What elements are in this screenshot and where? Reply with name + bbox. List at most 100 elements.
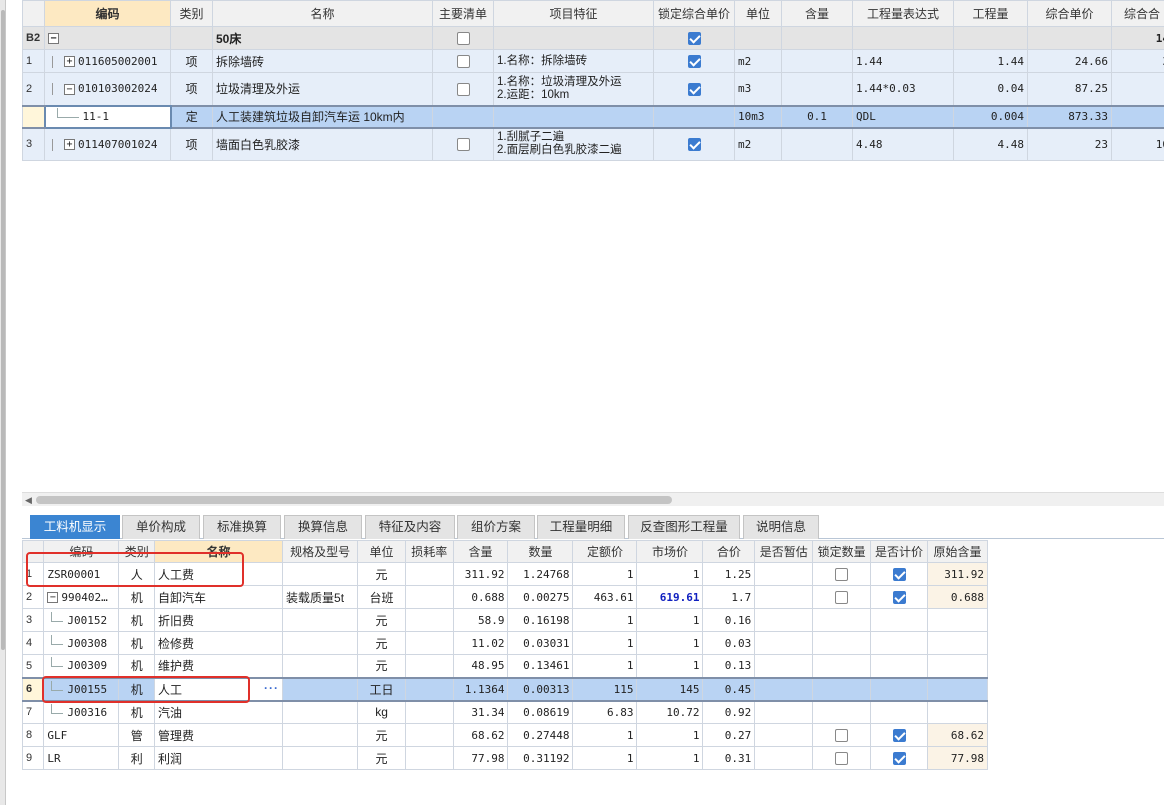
- code-cell[interactable]: +011407001024: [44, 127, 171, 161]
- is-priced-checkbox[interactable]: [892, 591, 906, 605]
- table-row[interactable]: 9 LR 利 利润 元 77.98 0.31192 1 1 0.31 77.98: [21, 746, 989, 770]
- col-header-unit[interactable]: 单位: [734, 0, 782, 27]
- col-header-quantity[interactable]: 数量: [507, 540, 574, 563]
- table-row[interactable]: 4 J00308 机 检修费 元 11.02 0.03031 1 1 0.03: [21, 631, 989, 655]
- qty-cell[interactable]: 0.004: [953, 104, 1028, 129]
- col-header-spec[interactable]: 规格及型号: [282, 540, 359, 563]
- type-cell[interactable]: 项: [170, 127, 213, 161]
- lock-price-checkbox[interactable]: [687, 138, 701, 152]
- col-header-qty-expr[interactable]: 工程量表达式: [852, 0, 954, 27]
- code-cell-editing[interactable]: 11-1: [43, 104, 172, 129]
- col-header-original-content[interactable]: 原始含量: [926, 540, 989, 563]
- name-cell[interactable]: 利润: [154, 746, 284, 770]
- name-cell[interactable]: 自卸汽车: [154, 585, 284, 609]
- group-code-cell[interactable]: −: [44, 26, 171, 50]
- content-cell[interactable]: 0.1: [781, 104, 853, 129]
- col-header-market-price[interactable]: 市场价: [636, 540, 704, 563]
- col-header-code[interactable]: 编码: [44, 0, 171, 27]
- col-header-content[interactable]: 含量: [781, 0, 853, 27]
- type-cell[interactable]: 定: [170, 104, 213, 129]
- name-cell[interactable]: 维护费: [154, 654, 284, 678]
- tab-standard-conversion[interactable]: 标准换算: [203, 515, 281, 539]
- type-cell[interactable]: 项: [170, 49, 213, 73]
- col-header-loss-rate[interactable]: 损耗率: [404, 540, 454, 563]
- col-header-unit-price[interactable]: 综合单价: [1027, 0, 1112, 27]
- table-row[interactable]: 1 ZSR00001 人 人工费 元 311.92 1.24768 1 1 1.…: [21, 562, 989, 586]
- code-cell[interactable]: GLF: [43, 723, 120, 747]
- type-cell[interactable]: 人: [118, 562, 156, 586]
- code-cell[interactable]: ZSR00001: [43, 562, 120, 586]
- col-header-qty[interactable]: 工程量: [953, 0, 1028, 27]
- tab-conversion-info[interactable]: 换算信息: [284, 515, 362, 539]
- code-cell[interactable]: +011605002001: [44, 49, 171, 73]
- table-row[interactable]: 3 J00152 机 折旧费 元 58.9 0.16198 1 1 0.16: [21, 608, 989, 632]
- collapse-icon[interactable]: −: [64, 83, 75, 95]
- group-name[interactable]: 50床: [212, 26, 433, 50]
- group-row[interactable]: B2 − 50床 14: [22, 26, 1164, 50]
- expand-icon[interactable]: +: [64, 139, 75, 151]
- lock-qty-checkbox[interactable]: [835, 752, 849, 766]
- collapse-icon[interactable]: −: [47, 592, 59, 603]
- col-header-main-list[interactable]: 主要清单: [432, 0, 494, 27]
- name-cell[interactable]: 墙面白色乳胶漆: [212, 127, 433, 161]
- name-cell[interactable]: 拆除墙砖: [212, 49, 433, 73]
- collapse-icon[interactable]: −: [48, 33, 59, 45]
- lock-qty-checkbox[interactable]: [835, 591, 849, 605]
- col-header-total[interactable]: 综合合: [1111, 0, 1164, 27]
- features-cell[interactable]: 1.名称：垃圾清理及外运 2.运距：10km: [493, 72, 654, 106]
- features-cell[interactable]: 1.刮腻子二遍 2.面层刷白色乳胶漆二遍: [493, 127, 654, 161]
- main-list-checkbox[interactable]: [456, 55, 470, 69]
- code-cell[interactable]: −990402…: [43, 585, 120, 609]
- col-header-lock-price[interactable]: 锁定综合单价: [653, 0, 735, 27]
- qty-expr-cell[interactable]: 1.44*0.03: [852, 72, 954, 106]
- table-row-selected[interactable]: 11-1 定 人工装建筑垃圾自卸汽车运 10km内 10m3 0.1 QDL 0…: [22, 104, 1164, 129]
- lock-price-checkbox[interactable]: [687, 82, 701, 96]
- table-row[interactable]: 7 J00316 机 汽油 kg 31.34 0.08619 6.83 10.7…: [21, 700, 989, 724]
- left-scrollbar-thumb[interactable]: [1, 10, 5, 650]
- code-cell[interactable]: J00316: [43, 700, 120, 724]
- col-header-is-priced[interactable]: 是否计价: [870, 540, 928, 563]
- is-priced-checkbox[interactable]: [892, 729, 906, 743]
- market-price-modified[interactable]: 619.61: [636, 585, 704, 609]
- type-cell[interactable]: 项: [170, 72, 213, 106]
- left-scrollbar[interactable]: [0, 0, 6, 805]
- tab-description[interactable]: 说明信息: [743, 515, 819, 539]
- name-cell[interactable]: 汽油: [154, 700, 284, 724]
- table-row[interactable]: 5 J00309 机 维护费 元 48.95 0.13461 1 1 0.13: [21, 654, 989, 678]
- more-options-button[interactable]: ···: [264, 681, 279, 695]
- code-cell[interactable]: J00308: [43, 631, 120, 655]
- col-header-lock-qty[interactable]: 锁定数量: [812, 540, 872, 563]
- code-cell[interactable]: J00155: [43, 676, 120, 702]
- tab-quantity-detail[interactable]: 工程量明细: [537, 515, 625, 539]
- col-header-name[interactable]: 名称: [154, 540, 284, 563]
- col-header-content[interactable]: 含量: [452, 540, 509, 563]
- features-cell[interactable]: 1.名称：拆除墙砖: [493, 49, 654, 73]
- table-row[interactable]: 1 +011605002001 项 拆除墙砖 1.名称：拆除墙砖 m2 1.44…: [22, 49, 1164, 73]
- qty-expr-cell[interactable]: 4.48: [852, 127, 954, 161]
- qty-cell[interactable]: 1.44: [953, 49, 1028, 73]
- table-row[interactable]: 3 +011407001024 项 墙面白色乳胶漆 1.刮腻子二遍 2.面层刷白色…: [22, 127, 1164, 161]
- lock-qty-checkbox[interactable]: [835, 729, 849, 743]
- main-list-checkbox[interactable]: [456, 32, 470, 46]
- name-cell[interactable]: 人工费: [154, 562, 284, 586]
- col-header-unit[interactable]: 单位: [357, 540, 406, 563]
- tab-unit-price-composition[interactable]: 单价构成: [122, 515, 200, 539]
- col-header-type[interactable]: 类别: [118, 540, 156, 563]
- col-header-quota-price[interactable]: 定额价: [572, 540, 638, 563]
- table-row-selected[interactable]: 6 J00155 机 人工 ··· 工日 1.1364 0.00313 115 1…: [21, 676, 989, 702]
- table-row[interactable]: 2 −010103002024 项 垃圾清理及外运 1.名称：垃圾清理及外运 2.…: [22, 72, 1164, 106]
- col-header-features[interactable]: 项目特征: [493, 0, 654, 27]
- qty-cell[interactable]: 0.04: [953, 72, 1028, 106]
- unit-cell[interactable]: m3: [734, 72, 782, 106]
- code-cell[interactable]: J00309: [43, 654, 120, 678]
- qty-cell[interactable]: 4.48: [953, 127, 1028, 161]
- name-cell[interactable]: 折旧费: [154, 608, 284, 632]
- col-header-name[interactable]: 名称: [212, 0, 433, 27]
- col-header-type[interactable]: 类别: [170, 0, 213, 27]
- horizontal-scrollbar-thumb[interactable]: [36, 496, 672, 504]
- spec-cell[interactable]: 装载质量5t: [282, 585, 359, 609]
- type-cell[interactable]: 机: [118, 585, 156, 609]
- tab-pricing-scheme[interactable]: 组价方案: [457, 515, 535, 539]
- qty-expr-cell[interactable]: 1.44: [852, 49, 954, 73]
- lock-price-checkbox[interactable]: [687, 55, 701, 69]
